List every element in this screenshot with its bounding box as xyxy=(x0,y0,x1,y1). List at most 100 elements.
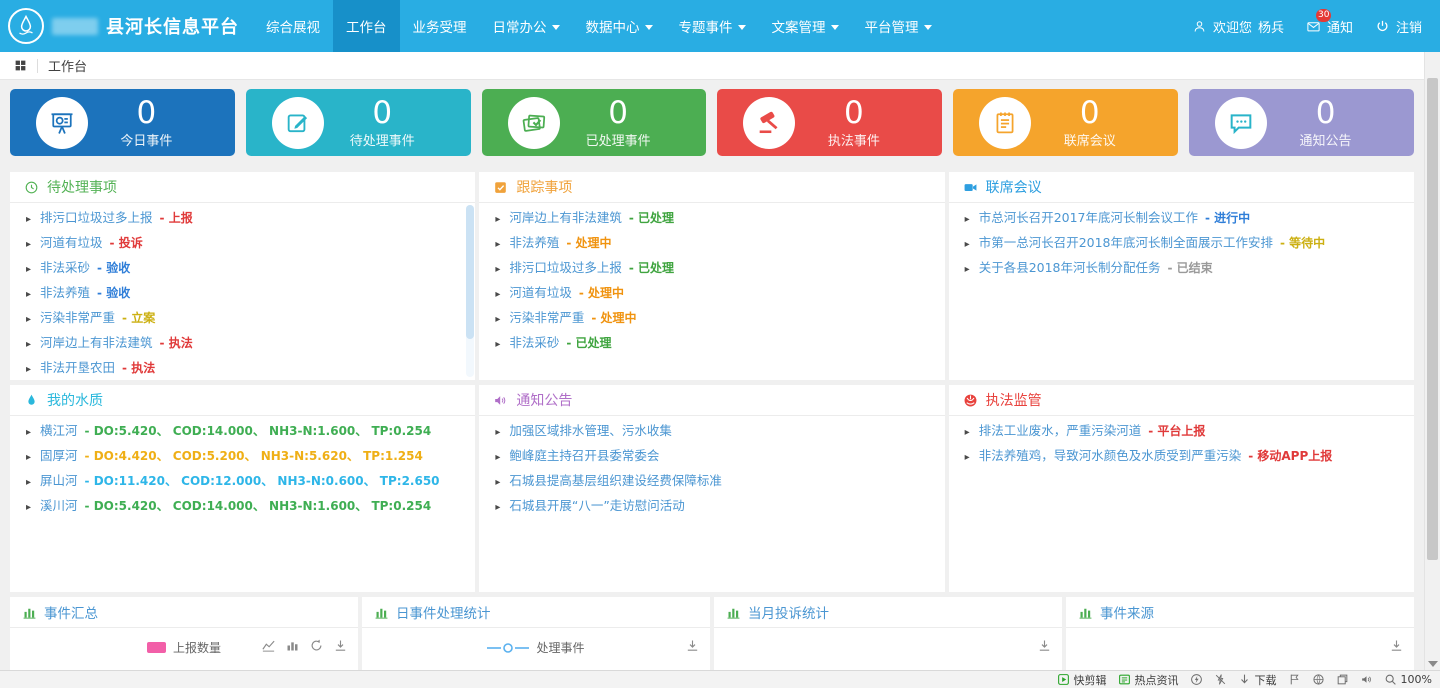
video-camera-icon xyxy=(963,180,978,195)
stat-label: 已处理事件 xyxy=(560,130,677,149)
water-quality-item[interactable]: ▸ 固厚河 - DO:4.420、 COD:5.200、 NH3-N:5.620… xyxy=(10,444,475,469)
tracking-item[interactable]: ▸ 非法养殖 - 处理中 xyxy=(479,231,944,256)
panel-joint-meetings: 联席会议 ▸ 市总河长召开2017年底河长制会议工作 - 进行中 ▸ 市第一总河… xyxy=(949,172,1414,380)
chart-title: 当月投诉统计 xyxy=(748,602,829,622)
tracking-item[interactable]: ▸ 排污口垃圾过多上报 - 已处理 xyxy=(479,256,944,281)
menu-item-overview[interactable]: 综合展视 xyxy=(253,0,333,52)
enforcement-item[interactable]: ▸ 排法工业废水，严重污染河道 - 平台上报 xyxy=(949,419,1414,444)
tracking-item[interactable]: ▸ 污染非常严重 - 处理中 xyxy=(479,306,944,331)
scrollbar-down-arrow-icon[interactable] xyxy=(1428,661,1438,667)
scrollbar-thumb[interactable] xyxy=(466,205,474,339)
pending-item[interactable]: ▸ 污染非常严重 - 立案 xyxy=(10,306,475,331)
tracking-item[interactable]: ▸ 非法采砂 - 已处理 xyxy=(479,331,944,356)
meeting-item[interactable]: ▸ 关于各县2018年河长制分配任务 - 已结束 xyxy=(949,256,1414,281)
notifications-button[interactable]: 30 通知 xyxy=(1306,17,1353,36)
card-enforcement-events[interactable]: 0 执法事件 xyxy=(717,89,942,156)
tracking-item[interactable]: ▸ 河道有垃圾 - 处理中 xyxy=(479,281,944,306)
card-notices[interactable]: 0 通知公告 xyxy=(1189,89,1414,156)
flag-icon[interactable] xyxy=(1288,673,1301,686)
hot-news-button[interactable]: 热点资讯 xyxy=(1118,672,1179,688)
download-icon[interactable] xyxy=(1037,638,1052,653)
panel-pending-items: 待处理事项 ▸ 排污口垃圾过多上报 - 上报 ▸ 河道有垃圾 - 投诉 ▸ 非 xyxy=(10,172,475,380)
download-button[interactable]: 下载 xyxy=(1238,672,1277,688)
triangle-bullet-icon: ▸ xyxy=(965,263,970,276)
flash-off-icon[interactable] xyxy=(1214,673,1227,686)
stat-value: 0 xyxy=(1031,97,1148,129)
download-icon[interactable] xyxy=(333,638,348,653)
triangle-bullet-icon: ▸ xyxy=(965,451,970,464)
download-icon[interactable] xyxy=(1389,638,1404,653)
water-quality-item[interactable]: ▸ 横江河 - DO:5.420、 COD:14.000、 NH3-N:1.60… xyxy=(10,419,475,444)
triangle-bullet-icon: ▸ xyxy=(965,426,970,439)
grid-icon[interactable] xyxy=(14,59,27,72)
water-quality-item[interactable]: ▸ 溪川河 - DO:5.420、 COD:14.000、 NH3-N:1.60… xyxy=(10,494,475,519)
line-chart-toggle-icon[interactable] xyxy=(261,638,276,653)
pending-item[interactable]: ▸ 非法养殖 - 验收 xyxy=(10,281,475,306)
notice-item[interactable]: ▸ 鲍峰庭主持召开县委常委会 xyxy=(479,444,944,469)
zoom-level: 100% xyxy=(1401,673,1432,686)
chart-title: 日事件处理统计 xyxy=(396,602,491,622)
menu-item-daily-office[interactable]: 日常办公 xyxy=(480,0,573,52)
card-joint-meetings[interactable]: 0 联席会议 xyxy=(953,89,1178,156)
legend-label[interactable]: 处理事件 xyxy=(536,639,584,656)
quick-edit-button[interactable]: 快剪辑 xyxy=(1057,672,1107,688)
browser-status-bar: 快剪辑 热点资讯 下载 100% xyxy=(0,670,1440,688)
notice-item[interactable]: ▸ 石城县开展“八一”走访慰问活动 xyxy=(479,494,944,519)
chart-title: 事件汇总 xyxy=(44,602,98,622)
menu-item-platform-mgmt[interactable]: 平台管理 xyxy=(852,0,945,52)
compatibility-icon[interactable] xyxy=(1312,673,1325,686)
triangle-bullet-icon: ▸ xyxy=(26,501,31,514)
card-pending-events[interactable]: 0 待处理事件 xyxy=(246,89,471,156)
triangle-bullet-icon: ▸ xyxy=(26,313,31,326)
legend-swatch[interactable] xyxy=(147,642,166,653)
triangle-bullet-icon: ▸ xyxy=(495,238,500,251)
stat-value: 0 xyxy=(560,97,677,129)
card-today-events[interactable]: 0 今日事件 xyxy=(10,89,235,156)
refresh-icon[interactable] xyxy=(309,638,324,653)
triangle-bullet-icon: ▸ xyxy=(26,426,31,439)
menu-item-special-events[interactable]: 专题事件 xyxy=(666,0,759,52)
card-processed-events[interactable]: 0 已处理事件 xyxy=(482,89,707,156)
enforcement-item[interactable]: ▸ 非法养殖鸡，导致河水颜色及水质受到严重污染 - 移动APP上报 xyxy=(949,444,1414,469)
notice-item[interactable]: ▸ 加强区域排水管理、污水收集 xyxy=(479,419,944,444)
username: 杨兵 xyxy=(1258,17,1284,36)
stat-label: 待处理事件 xyxy=(324,130,441,149)
scrollbar-thumb[interactable] xyxy=(1427,78,1438,560)
check-square-icon xyxy=(493,180,508,195)
pending-item[interactable]: ▸ 非法采砂 - 验收 xyxy=(10,256,475,281)
speaker-icon[interactable] xyxy=(1360,673,1373,686)
legend-label[interactable]: 上报数量 xyxy=(173,639,221,656)
menu-item-document-mgmt[interactable]: 文案管理 xyxy=(759,0,852,52)
menu-item-business[interactable]: 业务受理 xyxy=(400,0,480,52)
logout-button[interactable]: 注销 xyxy=(1375,17,1422,36)
user-greeting[interactable]: 欢迎您 杨兵 xyxy=(1192,17,1284,36)
menu-item-data-center[interactable]: 数据中心 xyxy=(573,0,666,52)
pending-item[interactable]: ▸ 河岸边上有非法建筑 - 执法 xyxy=(10,331,475,356)
meeting-item[interactable]: ▸ 市总河长召开2017年底河长制会议工作 - 进行中 xyxy=(949,206,1414,231)
stat-value: 0 xyxy=(324,97,441,129)
stat-cards-row: 0 今日事件 0 待处理事件 0 已处理事件 0 执法事件 xyxy=(10,89,1414,156)
stat-label: 执法事件 xyxy=(795,130,912,149)
panel-title: 执法监管 xyxy=(986,390,1042,410)
pending-item[interactable]: ▸ 河道有垃圾 - 投诉 xyxy=(10,231,475,256)
speed-mode-icon[interactable] xyxy=(1190,673,1203,686)
panel-notices: 通知公告 ▸ 加强区域排水管理、污水收集 ▸ 鲍峰庭主持召开县委常委会 ▸ xyxy=(479,385,944,592)
pending-item[interactable]: ▸ 排污口垃圾过多上报 - 上报 xyxy=(10,206,475,231)
window-icon[interactable] xyxy=(1336,673,1349,686)
zoom-control[interactable]: 100% xyxy=(1384,673,1432,686)
line-legend-icon[interactable] xyxy=(487,642,529,654)
pending-item[interactable]: ▸ 非法开垦农田 - 执法 xyxy=(10,356,475,380)
meeting-item[interactable]: ▸ 市第一总河长召开2018年底河长制全面展示工作安排 - 等待中 xyxy=(949,231,1414,256)
menu-item-workbench[interactable]: 工作台 xyxy=(333,0,400,52)
water-quality-item[interactable]: ▸ 屏山河 - DO:11.420、 COD:12.000、 NH3-N:0.6… xyxy=(10,469,475,494)
bar-chart-toggle-icon[interactable] xyxy=(285,638,300,653)
stat-value: 0 xyxy=(88,97,205,129)
download-icon[interactable] xyxy=(685,638,700,653)
main-menu: 综合展视 工作台 业务受理 日常办公 数据中心 专题事件 文案管理 平台管理 xyxy=(253,0,945,52)
tracking-item[interactable]: ▸ 河岸边上有非法建筑 - 已处理 xyxy=(479,206,944,231)
panel-scrollbar[interactable] xyxy=(466,205,474,377)
chat-bubble-icon xyxy=(1215,97,1267,149)
panels-row-1: 待处理事项 ▸ 排污口垃圾过多上报 - 上报 ▸ 河道有垃圾 - 投诉 ▸ 非 xyxy=(10,172,1414,380)
page-scrollbar[interactable] xyxy=(1424,52,1440,670)
notice-item[interactable]: ▸ 石城县提高基层组织建设经费保障标准 xyxy=(479,469,944,494)
